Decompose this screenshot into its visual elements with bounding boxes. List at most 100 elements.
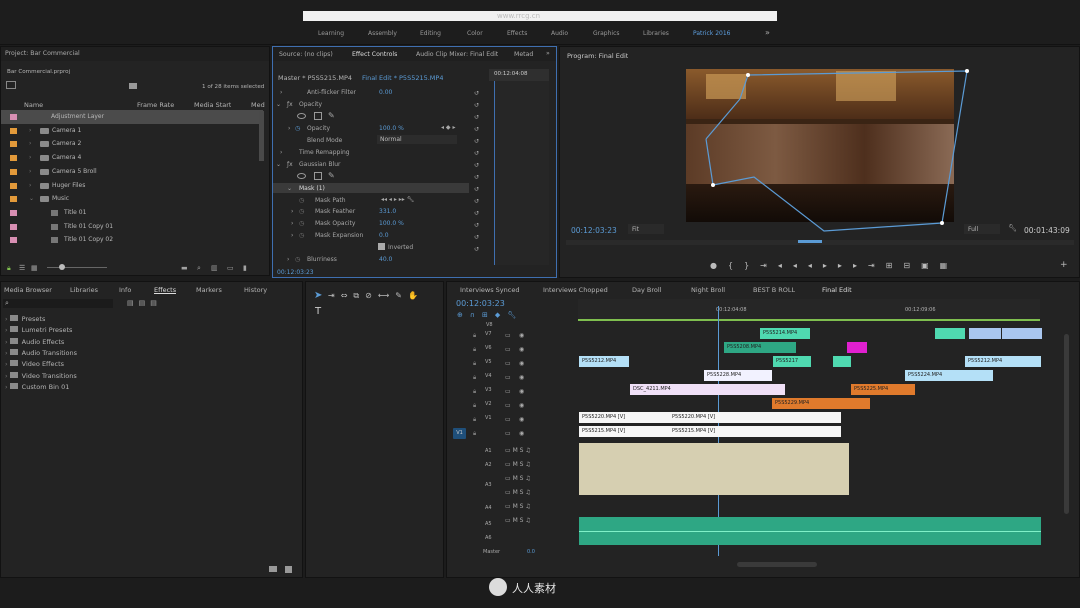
workspace-graphics[interactable]: Graphics — [593, 30, 620, 37]
timeline-h-scrollbar[interactable] — [737, 562, 817, 567]
workspace-color[interactable]: Color — [467, 30, 483, 37]
chevron-right-icon[interactable]: › — [29, 151, 31, 165]
chevron-down-icon[interactable]: ⌄ — [287, 185, 292, 192]
clip[interactable]: P5S5217 — [773, 356, 811, 367]
chevron-down-icon[interactable]: ⌄ — [29, 192, 34, 206]
clip[interactable]: P5S5224.MP4 — [905, 370, 993, 381]
col-frame-rate[interactable]: Frame Rate — [137, 101, 174, 109]
clip[interactable] — [847, 342, 867, 353]
list-item[interactable]: › Camera 4 — [1, 151, 263, 165]
value-blurriness[interactable]: 40.0 — [379, 256, 392, 263]
search-icon[interactable]: ⌕ — [197, 264, 201, 272]
chevron-right-icon[interactable]: › — [29, 137, 31, 151]
wrench-icon[interactable]: 🔧︎ — [1008, 224, 1017, 232]
timeline-v-scrollbar[interactable] — [1064, 334, 1069, 514]
reset-icon-column[interactable]: ↺ ↺ ↺ ↺ ↺ ↺ ↺ ↺ ↺ ↺ ↺ ↺ ↺ ↺ — [474, 88, 479, 256]
rect-mask-icon[interactable] — [314, 172, 322, 180]
col-media-start[interactable]: Media Start — [194, 101, 231, 109]
ec-current-timecode[interactable]: 00:12:03:23 — [277, 269, 314, 276]
workspace-learning[interactable]: Learning — [318, 30, 344, 37]
chevron-right-icon[interactable]: › — [29, 165, 31, 179]
clip[interactable]: P5S5225.MP4 — [851, 384, 915, 395]
transport-controls[interactable]: ●{}⇥◂◂◂▸▸▸⇥⊞⊟▣▦ — [710, 261, 958, 270]
clip[interactable]: P5S5212.MP4 — [965, 356, 1041, 367]
chevron-right-icon[interactable]: › — [280, 89, 282, 96]
col-media-end[interactable]: Med — [251, 101, 265, 109]
seq-tab-interviews-chopped[interactable]: Interviews Chopped — [543, 286, 608, 294]
tab-info[interactable]: Info — [119, 286, 131, 294]
chevron-right-icon[interactable]: › — [291, 232, 293, 239]
clip[interactable]: P5S5212.MP4 — [579, 356, 629, 367]
value-mask-opacity[interactable]: 100.0 % — [379, 220, 404, 227]
new-item-icon[interactable]: ▭ — [227, 264, 234, 272]
workspace-editing[interactable]: Editing — [420, 30, 441, 37]
eye-icons[interactable]: ◉ ◉ ◉ ◉ ◉ ◉ ◉ ◉ — [519, 329, 533, 437]
tree-item[interactable]: › Audio Effects — [5, 337, 64, 346]
delete-icon[interactable] — [285, 566, 292, 573]
new-bin-icon[interactable] — [129, 83, 137, 89]
timeline-timecode[interactable]: 00:12:03:23 — [456, 299, 505, 308]
col-name[interactable]: Name — [24, 101, 43, 109]
clip[interactable]: P5S5214.MP4 — [760, 328, 810, 339]
chevron-right-icon[interactable]: › — [291, 220, 293, 227]
clip[interactable] — [1002, 328, 1042, 339]
stopwatch-icon[interactable]: ◷ — [299, 232, 304, 239]
tree-item[interactable]: › Video Transitions — [5, 371, 77, 380]
time-ruler[interactable]: 00:12:04:08 00:12:09:06 — [578, 299, 1040, 321]
clip[interactable] — [935, 328, 965, 339]
list-item[interactable]: Adjustment Layer — [1, 110, 263, 124]
master-volume[interactable]: 0.0 — [527, 549, 535, 555]
blend-mode-select[interactable]: Normal — [377, 135, 457, 144]
chevron-right-icon[interactable]: › — [291, 208, 293, 215]
seq-tab-best-b-roll[interactable]: BEST B ROLL — [753, 286, 795, 294]
ellipse-mask-icon[interactable] — [297, 113, 306, 119]
fx-icon[interactable]: ƒx — [287, 101, 293, 108]
seq-tab-day-broll[interactable]: Day Broll — [632, 286, 661, 294]
edit-tools-icons[interactable]: ⇥⇔⧉⊘⟷✎✋ — [328, 291, 424, 301]
tab-history[interactable]: History — [244, 286, 267, 294]
scrollbar[interactable] — [259, 111, 264, 161]
chevron-down-icon[interactable]: ⌄ — [276, 161, 281, 168]
keyframe-nav-icon[interactable]: ◂ ◆ ▸ — [441, 124, 455, 131]
more-workspaces-icon[interactable]: » — [765, 28, 770, 37]
effects-search-input[interactable]: ⌕ — [3, 299, 113, 308]
clip[interactable] — [833, 356, 851, 367]
new-custom-bin-icon[interactable] — [269, 566, 277, 572]
tab-effects[interactable]: Effects — [154, 286, 176, 294]
workspace-patrick[interactable]: Patrick 2016 — [693, 30, 730, 37]
selection-tool-icon[interactable]: ➤ — [314, 290, 322, 301]
list-item[interactable]: Title 01 Copy 02 — [1, 233, 263, 247]
more-tabs-icon[interactable]: » — [546, 50, 550, 57]
clip[interactable] — [969, 328, 1001, 339]
chevron-right-icon[interactable]: › — [288, 125, 290, 132]
value-anti-flicker[interactable]: 0.00 — [379, 89, 392, 96]
stopwatch-icon[interactable]: ◷ — [299, 220, 304, 227]
list-item[interactable]: › Camera 5 Broll — [1, 165, 263, 179]
master-clip[interactable]: Master * P5S5215.MP4 — [278, 74, 352, 82]
list-item[interactable]: Title 01 — [1, 206, 263, 220]
chevron-down-icon[interactable]: ⌄ — [276, 101, 281, 108]
zoom-handle[interactable] — [59, 264, 65, 270]
clip[interactable]: P5S5208.MP4 — [724, 342, 796, 353]
track-lock-icons[interactable]: 🔒︎ 🔒︎ 🔒︎ 🔒︎ 🔒︎ 🔒︎ 🔒︎ 🔒︎ — [473, 329, 485, 437]
tree-item[interactable]: › Custom Bin 01 — [5, 382, 69, 391]
list-item[interactable]: ⌄ Music — [1, 192, 263, 206]
tree-item[interactable]: › Video Effects — [5, 360, 64, 368]
chevron-right-icon[interactable]: › — [29, 179, 31, 193]
list-view-icon[interactable]: ☰ — [19, 264, 25, 272]
source-patch-v1[interactable]: V1 — [453, 428, 466, 439]
tab-media-browser[interactable]: Media Browser — [4, 286, 52, 294]
tree-item[interactable]: › Presets — [5, 315, 45, 323]
seq-tab-interviews-synced[interactable]: Interviews Synced — [460, 286, 519, 294]
audio-track-controls[interactable]: ▭ M S ♫ ▭ M S ♫ ▭ M S ♫ ▭ M S ♫ ▭ M S ♫ … — [505, 444, 565, 544]
value-mask-expansion[interactable]: 0.0 — [379, 232, 389, 239]
rect-mask-icon[interactable] — [314, 112, 322, 120]
resolution-select[interactable]: Full — [964, 224, 1000, 234]
tab-markers[interactable]: Markers — [196, 286, 222, 294]
fit-select[interactable]: Fit — [628, 224, 664, 234]
clip[interactable]: P5S5215.MP4 [V] — [579, 426, 669, 437]
accel-filter-icons[interactable]: ▤▤▤ — [127, 299, 162, 307]
tree-item[interactable]: › Audio Transitions — [5, 348, 77, 357]
automate-icon[interactable]: ▥ — [211, 264, 218, 272]
lock-icon[interactable]: 🔒︎ — [7, 264, 11, 272]
